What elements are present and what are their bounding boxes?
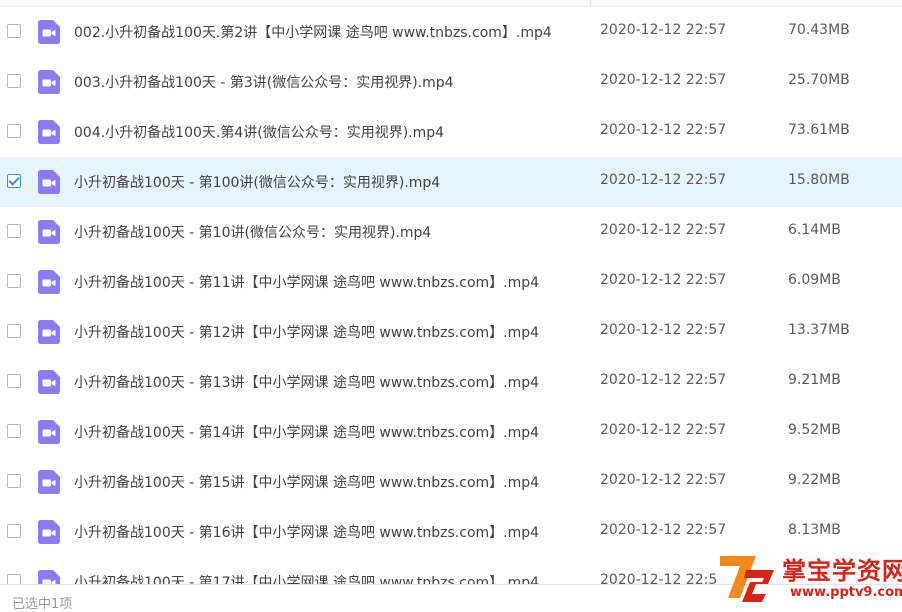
file-modified-date: 2020-12-12 22:57 — [600, 172, 727, 188]
file-size: 8.13MB — [788, 522, 841, 538]
file-row[interactable]: 小升初备战100天 - 第12讲【中小学网课 途鸟吧 www.tnbzs.com… — [0, 307, 902, 357]
column-separator — [590, 0, 591, 6]
video-file-icon — [38, 370, 60, 394]
row-checkbox[interactable] — [7, 124, 21, 138]
video-file-icon — [38, 470, 60, 494]
row-checkbox[interactable] — [7, 224, 21, 238]
file-row[interactable]: 小升初备战100天 - 第11讲【中小学网课 途鸟吧 www.tnbzs.com… — [0, 257, 902, 307]
file-row[interactable]: 小升初备战100天 - 第15讲【中小学网课 途鸟吧 www.tnbzs.com… — [0, 457, 902, 507]
video-file-icon — [38, 520, 60, 544]
file-size: 9.21MB — [788, 372, 841, 388]
file-size: 6.09MB — [788, 272, 841, 288]
row-checkbox[interactable] — [7, 24, 21, 38]
row-checkbox[interactable] — [7, 474, 21, 488]
file-size: 13.37MB — [788, 322, 850, 338]
checkmark-icon — [8, 174, 20, 186]
watermark-logo-icon — [720, 556, 774, 602]
file-size: 9.52MB — [788, 422, 841, 438]
row-checkbox[interactable] — [7, 324, 21, 338]
column-header-strip — [0, 0, 902, 7]
file-row[interactable]: 小升初备战100天 - 第13讲【中小学网课 途鸟吧 www.tnbzs.com… — [0, 357, 902, 407]
file-row[interactable]: 小升初备战100天 - 第10讲(微信公众号：实用视界).mp4 2020-12-… — [0, 207, 902, 257]
file-name[interactable]: 小升初备战100天 - 第12讲【中小学网课 途鸟吧 www.tnbzs.com… — [74, 322, 539, 342]
row-checkbox[interactable] — [7, 274, 21, 288]
file-row[interactable]: 003.小升初备战100天 - 第3讲(微信公众号：实用视界).mp4 2020-… — [0, 57, 902, 107]
video-file-icon — [38, 220, 60, 244]
video-file-icon — [38, 420, 60, 444]
file-size: 73.61MB — [788, 122, 850, 138]
file-row[interactable]: 002.小升初备战100天.第2讲【中小学网课 途鸟吧 www.tnbzs.co… — [0, 7, 902, 57]
file-name[interactable]: 小升初备战100天 - 第15讲【中小学网课 途鸟吧 www.tnbzs.com… — [74, 472, 539, 492]
file-size: 70.43MB — [788, 22, 850, 38]
file-name[interactable]: 小升初备战100天 - 第16讲【中小学网课 途鸟吧 www.tnbzs.com… — [74, 522, 539, 542]
file-modified-date: 2020-12-12 22:57 — [600, 422, 727, 438]
video-file-icon — [38, 20, 60, 44]
row-checkbox[interactable] — [7, 174, 21, 188]
file-size: 15.80MB — [788, 172, 850, 188]
file-row[interactable]: 小升初备战100天 - 第100讲(微信公众号：实用视界).mp4 2020-12… — [0, 157, 902, 207]
row-checkbox[interactable] — [7, 374, 21, 388]
watermark-url: www.pptv9.com — [790, 585, 902, 600]
site-watermark: 掌宝学资网 www.pptv9.com — [716, 548, 902, 607]
file-row[interactable]: 小升初备战100天 - 第14讲【中小学网课 途鸟吧 www.tnbzs.com… — [0, 407, 902, 457]
file-modified-date: 2020-12-12 22:57 — [600, 472, 727, 488]
file-modified-date: 2020-12-12 22:57 — [600, 72, 727, 88]
row-checkbox[interactable] — [7, 424, 21, 438]
file-modified-date: 2020-12-12 22:57 — [600, 222, 727, 238]
file-name[interactable]: 002.小升初备战100天.第2讲【中小学网课 途鸟吧 www.tnbzs.co… — [74, 22, 552, 42]
video-file-icon — [38, 120, 60, 144]
row-checkbox[interactable] — [7, 74, 21, 88]
file-size: 6.14MB — [788, 222, 841, 238]
file-name[interactable]: 小升初备战100天 - 第14讲【中小学网课 途鸟吧 www.tnbzs.com… — [74, 422, 539, 442]
file-name[interactable]: 小升初备战100天 - 第11讲【中小学网课 途鸟吧 www.tnbzs.com… — [74, 272, 539, 292]
file-modified-date: 2020-12-12 22:57 — [600, 372, 727, 388]
file-size: 25.70MB — [788, 72, 850, 88]
selection-count: 已选中1项 — [12, 597, 73, 612]
file-modified-date: 2020-12-12 22:57 — [600, 322, 727, 338]
file-modified-date: 2020-12-12 22:57 — [600, 272, 727, 288]
video-file-icon — [38, 270, 60, 294]
file-name[interactable]: 小升初备战100天 - 第10讲(微信公众号：实用视界).mp4 — [74, 222, 431, 242]
file-modified-date: 2020-12-12 22:57 — [600, 22, 727, 38]
file-row[interactable]: 004.小升初备战100天.第4讲(微信公众号：实用视界).mp4 2020-12… — [0, 107, 902, 157]
video-file-icon — [38, 70, 60, 94]
video-file-icon — [38, 170, 60, 194]
file-name[interactable]: 小升初备战100天 - 第13讲【中小学网课 途鸟吧 www.tnbzs.com… — [74, 372, 539, 392]
watermark-title: 掌宝学资网 — [782, 557, 902, 585]
file-name[interactable]: 004.小升初备战100天.第4讲(微信公众号：实用视界).mp4 — [74, 122, 444, 142]
file-name[interactable]: 小升初备战100天 - 第100讲(微信公众号：实用视界).mp4 — [74, 172, 440, 192]
row-checkbox[interactable] — [7, 524, 21, 538]
file-size: 9.22MB — [788, 472, 841, 488]
file-modified-date: 2020-12-12 22:57 — [600, 122, 727, 138]
file-modified-date: 2020-12-12 22:57 — [600, 522, 727, 538]
file-name[interactable]: 003.小升初备战100天 - 第3讲(微信公众号：实用视界).mp4 — [74, 72, 454, 92]
video-file-icon — [38, 320, 60, 344]
